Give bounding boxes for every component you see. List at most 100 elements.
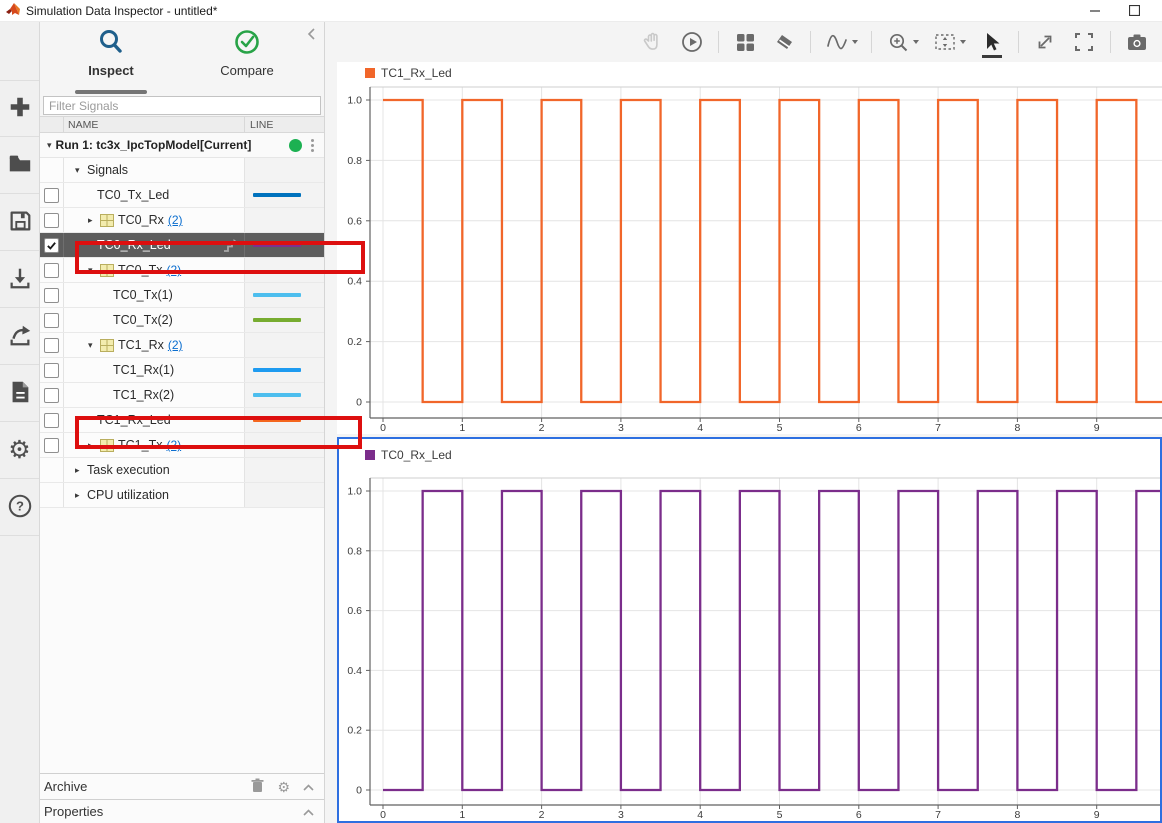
line-swatch bbox=[253, 293, 301, 297]
archive-label: Archive bbox=[44, 779, 87, 794]
tree-row[interactable]: ▾ Signals bbox=[40, 158, 324, 183]
signal-label: CPU utilization bbox=[87, 488, 169, 502]
column-line: LINE bbox=[245, 117, 324, 132]
run-label: Run 1: tc3x_IpcTopModel[Current] bbox=[56, 138, 252, 152]
expander-icon[interactable]: ▸ bbox=[75, 490, 87, 501]
left-toolbar: ⚙ ? bbox=[0, 22, 40, 823]
gear-icon[interactable]: ⚙ bbox=[277, 780, 290, 794]
snapshot-camera-button[interactable] bbox=[1124, 29, 1150, 55]
chevron-left-icon[interactable] bbox=[307, 28, 316, 43]
add-button[interactable] bbox=[0, 80, 39, 137]
expander-icon[interactable]: ▸ bbox=[75, 465, 87, 476]
legend-label: TC1_Rx_Led bbox=[381, 66, 452, 80]
signal-checkbox[interactable] bbox=[44, 438, 59, 453]
signal-count-link[interactable]: (2) bbox=[168, 213, 183, 227]
svg-text:1.0: 1.0 bbox=[347, 95, 362, 107]
tree-row[interactable]: TC0_Tx(1) bbox=[40, 283, 324, 308]
svg-text:4: 4 bbox=[697, 422, 703, 434]
subplot-2-chart[interactable]: 00.20.40.60.81.00123456789 bbox=[339, 439, 1160, 821]
subplot-1[interactable]: TC1_Rx_Led 00.20.40.60.81.00123456789 bbox=[337, 62, 1162, 434]
signal-checkbox[interactable] bbox=[44, 213, 59, 228]
signal-label: TC1_Rx_Led bbox=[97, 413, 171, 427]
title-bar: Simulation Data Inspector - untitled* bbox=[0, 0, 1162, 22]
pointer-button[interactable] bbox=[979, 29, 1005, 55]
subplot-2-legend: TC0_Rx_Led bbox=[365, 448, 452, 462]
svg-text:0.6: 0.6 bbox=[347, 215, 362, 227]
tree-row[interactable]: TC0_Tx_Led bbox=[40, 183, 324, 208]
collapse-up-icon[interactable] bbox=[303, 805, 314, 819]
svg-text:4: 4 bbox=[697, 809, 703, 821]
run-row[interactable]: ▾ Run 1: tc3x_IpcTopModel[Current] bbox=[40, 133, 324, 158]
svg-text:8: 8 bbox=[1014, 422, 1020, 434]
expander-icon[interactable]: ▸ bbox=[88, 215, 100, 226]
line-swatch bbox=[253, 193, 301, 197]
signal-count-link[interactable]: (2) bbox=[166, 438, 181, 452]
chevron-down-icon bbox=[913, 40, 919, 44]
tree-row[interactable]: ▸ TC1_Tx (2) bbox=[40, 433, 324, 458]
fit-to-view-button[interactable] bbox=[932, 29, 966, 55]
import-button[interactable] bbox=[0, 251, 39, 308]
subplot-2-selected[interactable]: TC0_Rx_Led 00.20.40.60.81.00123456789 bbox=[337, 437, 1162, 823]
subplot-1-chart[interactable]: 00.20.40.60.81.00123456789 bbox=[337, 62, 1162, 434]
expander-icon[interactable]: ▾ bbox=[88, 340, 100, 351]
svg-text:7: 7 bbox=[935, 809, 941, 821]
kebab-menu-icon[interactable] bbox=[311, 139, 314, 152]
report-button[interactable] bbox=[0, 365, 39, 422]
tree-row[interactable]: TC0_Rx_Led bbox=[40, 233, 324, 258]
maximize-button[interactable] bbox=[1129, 5, 1140, 16]
tree-row[interactable]: ▾ TC0_Tx (2) bbox=[40, 258, 324, 283]
signal-label: TC0_Rx_Led bbox=[97, 238, 171, 252]
tab-compare[interactable]: Compare bbox=[182, 28, 312, 86]
properties-section-header[interactable]: Properties bbox=[40, 799, 324, 823]
collapse-up-icon[interactable] bbox=[303, 780, 314, 794]
tree-row[interactable]: ▾ TC1_Rx (2) bbox=[40, 333, 324, 358]
signal-wave-icon bbox=[824, 29, 850, 55]
signal-checkbox[interactable] bbox=[44, 388, 59, 403]
expander-icon[interactable]: ▾ bbox=[75, 165, 87, 176]
save-button[interactable] bbox=[0, 194, 39, 251]
tree-row[interactable]: ▸ Task execution bbox=[40, 458, 324, 483]
plot-panel: TC1_Rx_Led 00.20.40.60.81.00123456789 TC… bbox=[325, 22, 1162, 823]
zoom-in-button[interactable] bbox=[885, 29, 919, 55]
svg-text:0.8: 0.8 bbox=[347, 155, 362, 167]
expand-diagonal-button[interactable] bbox=[1032, 29, 1058, 55]
svg-text:1.0: 1.0 bbox=[347, 486, 362, 498]
minimize-button[interactable] bbox=[1090, 5, 1101, 16]
signal-checkbox[interactable] bbox=[44, 338, 59, 353]
window-title: Simulation Data Inspector - untitled* bbox=[26, 4, 217, 18]
tab-inspect[interactable]: Inspect bbox=[46, 28, 176, 86]
tree-row[interactable]: TC1_Rx(2) bbox=[40, 383, 324, 408]
tree-row[interactable]: TC0_Tx(2) bbox=[40, 308, 324, 333]
signal-wave-button[interactable] bbox=[824, 29, 858, 55]
tree-row[interactable]: TC1_Rx(1) bbox=[40, 358, 324, 383]
fullscreen-button[interactable] bbox=[1071, 29, 1097, 55]
signal-checkbox[interactable] bbox=[44, 238, 59, 253]
tree-row[interactable]: ▸ CPU utilization bbox=[40, 483, 324, 508]
expander-icon[interactable]: ▾ bbox=[47, 140, 52, 151]
svg-text:2: 2 bbox=[539, 422, 545, 434]
eraser-button[interactable] bbox=[771, 29, 797, 55]
signal-count-link[interactable]: (2) bbox=[168, 338, 183, 352]
expander-icon[interactable]: ▾ bbox=[88, 265, 100, 276]
help-button[interactable]: ? bbox=[0, 479, 39, 536]
signal-checkbox[interactable] bbox=[44, 313, 59, 328]
filter-signals-input[interactable] bbox=[43, 96, 321, 115]
signal-checkbox[interactable] bbox=[44, 363, 59, 378]
signal-checkbox[interactable] bbox=[44, 263, 59, 278]
signal-checkbox[interactable] bbox=[44, 188, 59, 203]
archive-section-header[interactable]: Archive ⚙ bbox=[40, 773, 324, 799]
signal-checkbox[interactable] bbox=[44, 413, 59, 428]
replay-button[interactable] bbox=[679, 29, 705, 55]
expander-icon[interactable]: ▸ bbox=[88, 440, 100, 451]
signal-count-link[interactable]: (2) bbox=[166, 263, 181, 277]
svg-text:3: 3 bbox=[618, 422, 624, 434]
signal-checkbox[interactable] bbox=[44, 288, 59, 303]
open-button[interactable] bbox=[0, 137, 39, 194]
trash-icon[interactable] bbox=[251, 778, 264, 796]
subplot-layout-button[interactable] bbox=[732, 29, 758, 55]
settings-button[interactable]: ⚙ bbox=[0, 422, 39, 479]
open-folder-icon bbox=[7, 151, 33, 180]
tree-row[interactable]: TC1_Rx_Led bbox=[40, 408, 324, 433]
tree-row[interactable]: ▸ TC0_Rx (2) bbox=[40, 208, 324, 233]
export-button[interactable] bbox=[0, 308, 39, 365]
